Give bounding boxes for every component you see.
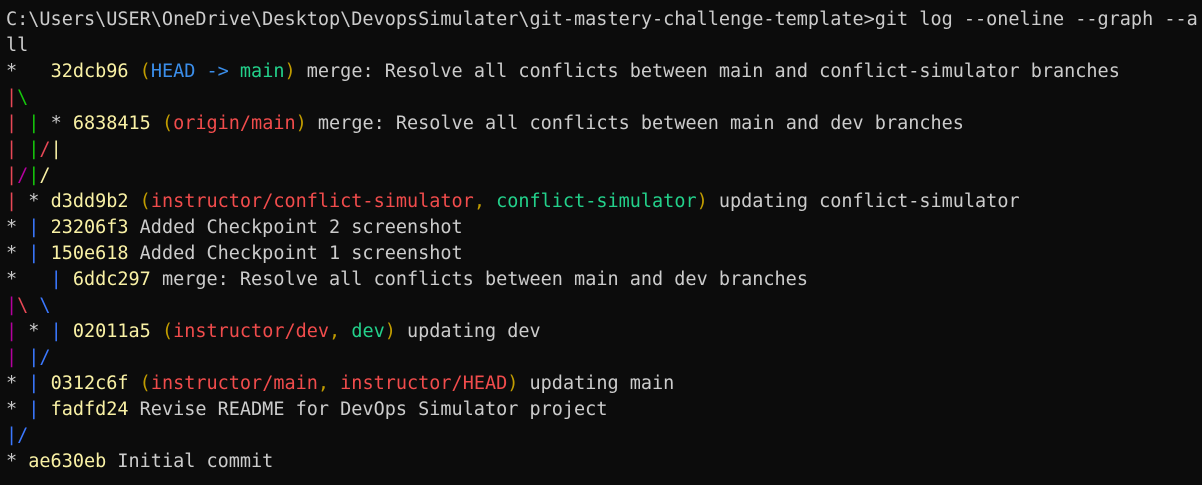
terminal-text-segment: instructor/dev: [173, 321, 330, 342]
terminal-text-segment: ): [384, 321, 396, 342]
terminal-text-segment: |: [6, 165, 18, 186]
terminal-window[interactable]: C:\Users\USER\OneDrive\Desktop\DevopsSim…: [0, 0, 1202, 485]
terminal-text-segment: 6838415: [72, 113, 151, 134]
terminal-text-segment: \: [17, 87, 29, 108]
terminal-text-segment: main: [239, 61, 285, 82]
terminal-text-segment: |: [6, 87, 18, 108]
terminal-line: |\ \: [6, 293, 1202, 319]
terminal-text-segment: |: [6, 321, 29, 342]
terminal-text-segment: |: [28, 399, 51, 420]
terminal-line: |\: [6, 85, 1202, 111]
terminal-line: * | 150e618 Added Checkpoint 1 screensho…: [6, 241, 1202, 267]
terminal-text-segment: |: [28, 165, 40, 186]
terminal-text-segment: 02011a5: [72, 321, 151, 342]
terminal-text-segment: (: [128, 191, 151, 212]
terminal-text-segment: 6ddc297: [72, 269, 151, 290]
terminal-text-segment: /: [39, 165, 51, 186]
terminal-text-segment: *: [6, 399, 29, 420]
terminal-text-segment: updating dev: [395, 321, 541, 342]
terminal-text-segment: |: [6, 295, 18, 316]
terminal-text-segment: ,: [329, 321, 352, 342]
terminal-text-segment: ll: [6, 35, 29, 56]
terminal-text-segment: |: [28, 139, 40, 160]
terminal-text-segment: \: [39, 295, 51, 316]
terminal-text-segment: *: [28, 321, 51, 342]
terminal-text-segment: (: [150, 321, 174, 342]
terminal-line: * ae630eb Initial commit: [6, 449, 1202, 475]
terminal-text-segment: (: [128, 373, 151, 394]
terminal-text-segment: ): [507, 373, 519, 394]
terminal-text-segment: Added Checkpoint 2 screenshot: [128, 217, 463, 238]
terminal-text-segment: Initial commit: [106, 451, 274, 472]
terminal-text-segment: updating conflict-simulator: [707, 191, 1020, 212]
terminal-text-segment: |: [28, 217, 51, 238]
terminal-text-segment: *: [6, 451, 29, 472]
terminal-text-segment: updating main: [518, 373, 675, 394]
terminal-text-segment: *: [6, 373, 29, 394]
terminal-text-segment: origin/main: [173, 113, 296, 134]
terminal-text-segment: |: [6, 347, 29, 368]
terminal-text-segment: |: [50, 321, 73, 342]
terminal-line: * | fadfd24 Revise README for DevOps Sim…: [6, 397, 1202, 423]
terminal-text-segment: |: [28, 113, 51, 134]
terminal-text-segment: ,: [317, 373, 341, 394]
terminal-text-segment: |/: [28, 347, 51, 368]
terminal-text-segment: merge: Resolve all conflicts between mai…: [306, 113, 964, 134]
terminal-text-segment: HEAD ->: [150, 61, 240, 82]
terminal-text-segment: ae630eb: [28, 451, 107, 472]
terminal-text-segment: conflict-simulator: [496, 191, 697, 212]
terminal-line: |/|/: [6, 163, 1202, 189]
terminal-text-segment: instructor/HEAD: [340, 373, 508, 394]
terminal-text-segment: ): [295, 113, 307, 134]
terminal-text-segment: |: [50, 139, 62, 160]
terminal-text-segment: *: [6, 269, 51, 290]
terminal-text-segment: /: [17, 165, 29, 186]
terminal-line: | |/: [6, 345, 1202, 371]
terminal-line: | |/|: [6, 137, 1202, 163]
terminal-text-segment: merge: Resolve all conflicts between mai…: [150, 269, 808, 290]
terminal-text-segment: *: [50, 113, 73, 134]
terminal-line: | * d3dd9b2 (instructor/conflict-simulat…: [6, 189, 1202, 215]
terminal-line: C:\Users\USER\OneDrive\Desktop\DevopsSim…: [6, 7, 1202, 33]
terminal-text-segment: 0312c6f: [50, 373, 129, 394]
terminal-text-segment: d3dd9b2: [50, 191, 129, 212]
terminal-text-segment: *: [28, 191, 51, 212]
terminal-text-segment: 150e618: [50, 243, 129, 264]
terminal-text-segment: |: [50, 269, 73, 290]
terminal-text-segment: fadfd24: [50, 399, 129, 420]
terminal-text-segment: Revise README for DevOps Simulator proje…: [128, 399, 608, 420]
terminal-line: |/: [6, 423, 1202, 449]
terminal-line: * | 23206f3 Added Checkpoint 2 screensho…: [6, 215, 1202, 241]
terminal-text-segment: instructor/conflict-simulator: [150, 191, 474, 212]
terminal-text-segment: *: [6, 243, 29, 264]
terminal-line: * 32dcb96 (HEAD -> main) merge: Resolve …: [6, 59, 1202, 85]
terminal-text-segment: Added Checkpoint 1 screenshot: [128, 243, 463, 264]
terminal-text-segment: instructor/main: [150, 373, 318, 394]
terminal-text-segment: /: [39, 139, 51, 160]
terminal-text-segment: |/: [6, 425, 29, 446]
terminal-text-segment: |: [6, 191, 29, 212]
terminal-text-segment: merge: Resolve all conflicts between mai…: [295, 61, 1120, 82]
terminal-text-segment: \: [17, 295, 40, 316]
terminal-text-segment: |: [6, 113, 29, 134]
terminal-line: * | 0312c6f (instructor/main, instructor…: [6, 371, 1202, 397]
terminal-line: | | * 6838415 (origin/main) merge: Resol…: [6, 111, 1202, 137]
terminal-text-segment: |: [6, 139, 29, 160]
terminal-text-segment: ): [696, 191, 708, 212]
terminal-text-segment: C:\Users\USER\OneDrive\Desktop\DevopsSim…: [6, 9, 1198, 30]
terminal-text-segment: |: [28, 243, 51, 264]
terminal-line: | * | 02011a5 (instructor/dev, dev) upda…: [6, 319, 1202, 345]
terminal-text-segment: (: [128, 61, 151, 82]
terminal-line: ll: [6, 33, 1202, 59]
terminal-text-segment: 23206f3: [50, 217, 129, 238]
terminal-text-segment: |: [28, 373, 51, 394]
terminal-text-segment: ): [284, 61, 296, 82]
terminal-text-segment: *: [6, 217, 29, 238]
terminal-text-segment: ,: [473, 191, 497, 212]
terminal-text-segment: (: [150, 113, 174, 134]
terminal-line: * | 6ddc297 merge: Resolve all conflicts…: [6, 267, 1202, 293]
terminal-text-segment: *: [6, 61, 51, 82]
terminal-text-segment: 32dcb96: [50, 61, 129, 82]
terminal-text-segment: dev: [351, 321, 385, 342]
